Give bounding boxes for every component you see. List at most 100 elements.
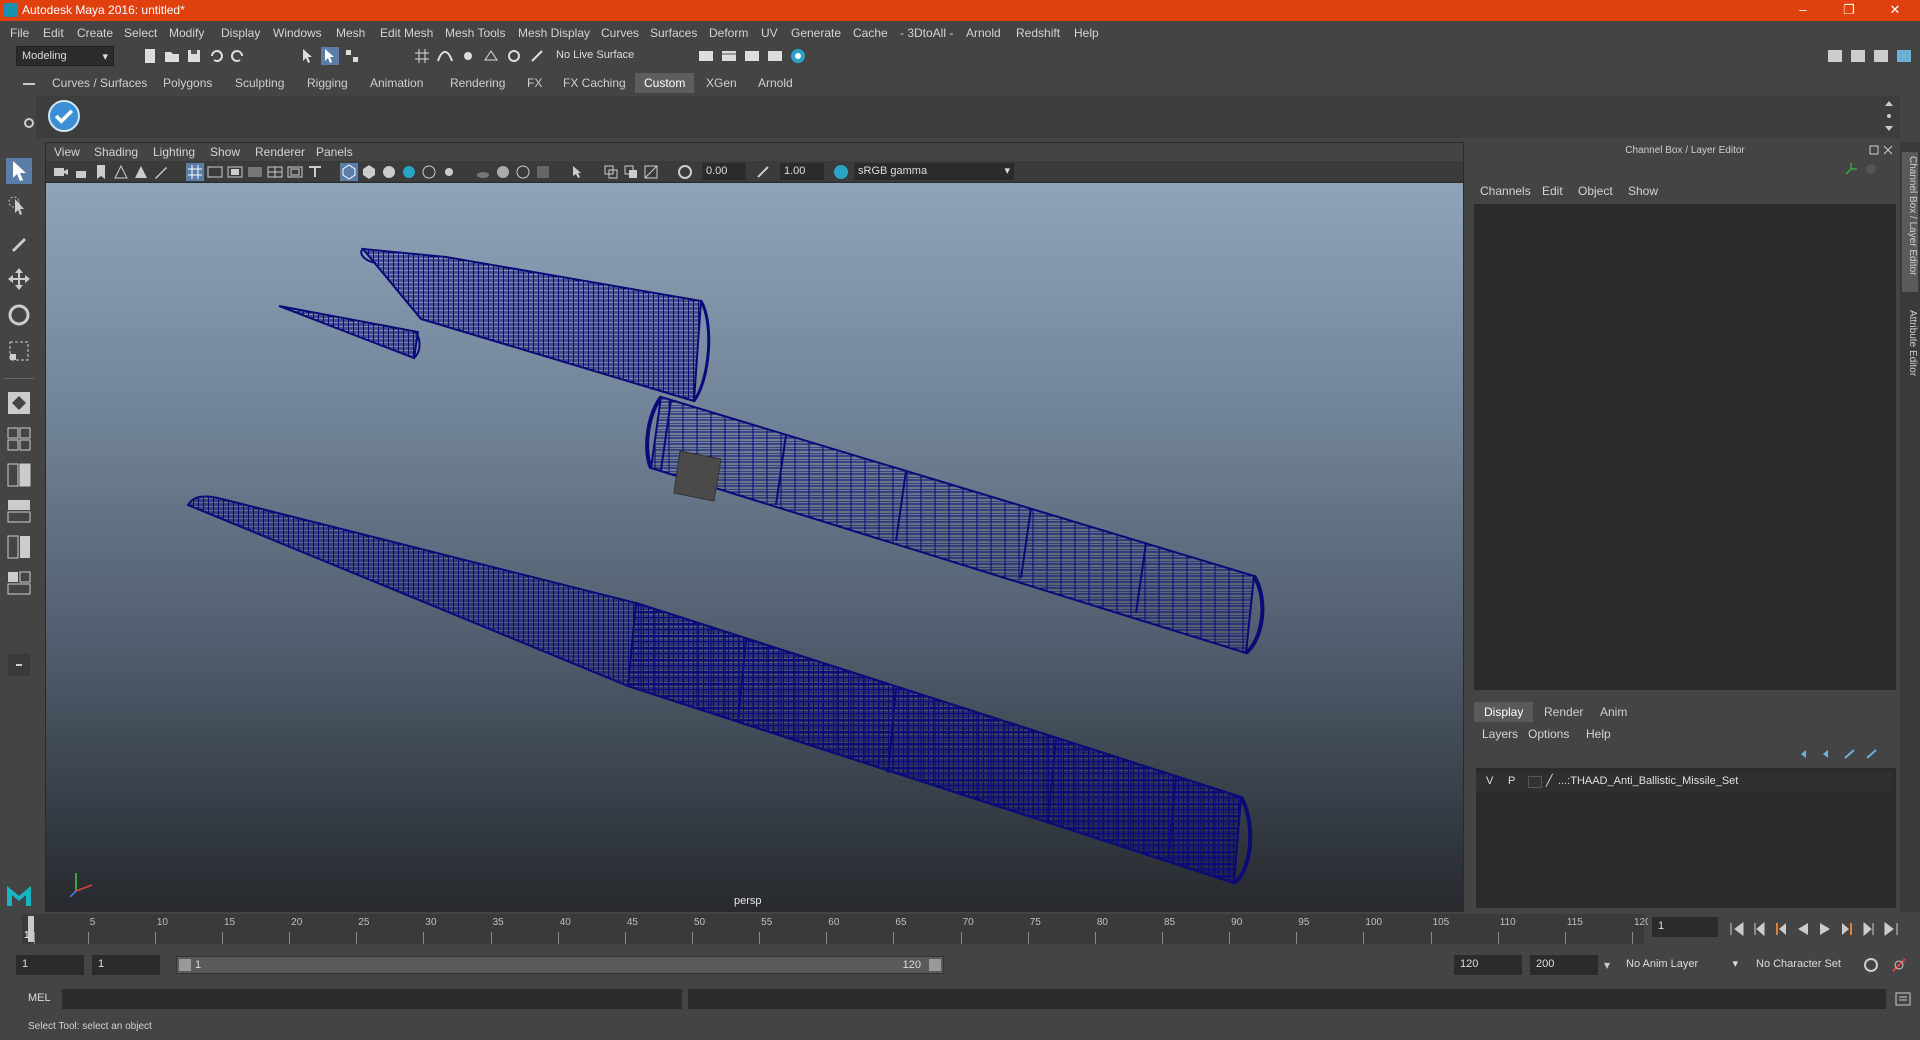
live-surface-field[interactable]: No Live Surface xyxy=(551,46,647,66)
script-editor-icon[interactable] xyxy=(1894,990,1912,1008)
safe-action-icon[interactable] xyxy=(286,163,304,181)
lock-camera-icon[interactable] xyxy=(72,163,90,181)
speed-icon[interactable] xyxy=(1864,162,1878,176)
channel-box-list[interactable] xyxy=(1474,204,1896,690)
render-frame-icon[interactable] xyxy=(720,47,738,65)
time-slider[interactable]: 1 5 10 15 20 25 30 35 40 45 50 55 60 65 70 75 80 85 90 95 1… xyxy=(22,914,1651,944)
exposure-icon[interactable] xyxy=(676,163,694,181)
viewport-menu-shading[interactable]: Shading xyxy=(94,145,138,159)
layer-tab-render[interactable]: Render xyxy=(1534,702,1593,722)
resolution-gate-icon[interactable] xyxy=(226,163,244,181)
move-tool-icon[interactable] xyxy=(6,266,32,292)
scale-tool-icon[interactable] xyxy=(6,338,32,364)
shelf-tab-polygons[interactable]: Polygons xyxy=(154,73,221,93)
shelf-tab-rigging[interactable]: Rigging xyxy=(298,73,357,93)
hypershade-layout-icon[interactable] xyxy=(6,570,32,596)
anti-aliasing-icon[interactable] xyxy=(534,163,552,181)
channel-menu-channels[interactable]: Channels xyxy=(1480,184,1531,198)
gate-mask-icon[interactable] xyxy=(246,163,264,181)
menu-mesh-display[interactable]: Mesh Display xyxy=(518,26,590,40)
current-frame-field[interactable]: 1 xyxy=(1652,917,1718,937)
menu-curves[interactable]: Curves xyxy=(601,26,639,40)
rotate-tool-icon[interactable] xyxy=(6,302,32,328)
step-forward-frame-icon[interactable] xyxy=(1838,920,1856,938)
side-tab-channel-box[interactable]: Channel Box / Layer Editor xyxy=(1902,152,1918,292)
menu-file[interactable]: File xyxy=(10,26,29,40)
menu-generate[interactable]: Generate xyxy=(791,26,841,40)
layer-tab-anim[interactable]: Anim xyxy=(1590,702,1637,722)
color-management-icon[interactable] xyxy=(832,163,850,181)
shelf-menu-icon[interactable] xyxy=(20,75,38,93)
render-view-icon[interactable] xyxy=(697,47,715,65)
menu-help[interactable]: Help xyxy=(1074,26,1099,40)
exposure-field[interactable]: 0.00 xyxy=(702,163,746,180)
bookmarks-icon[interactable] xyxy=(92,163,110,181)
viewport-scene[interactable]: persp xyxy=(46,183,1463,911)
viewport-menu-view[interactable]: View xyxy=(54,145,80,159)
wireframe-on-shaded-icon[interactable] xyxy=(400,163,418,181)
channel-menu-object[interactable]: Object xyxy=(1578,184,1613,198)
layer-row[interactable]: V P ╱ ...:THAAD_Anti_Ballistic_Missile_S… xyxy=(1476,772,1892,792)
safe-title-icon[interactable] xyxy=(306,163,324,181)
snap-view-plane-icon[interactable] xyxy=(482,47,500,65)
outliner-layout-icon[interactable] xyxy=(6,498,32,524)
character-set-dropdown[interactable]: No Character Set xyxy=(1750,955,1870,975)
range-slider[interactable]: 1 120 xyxy=(176,956,944,974)
menu-edit[interactable]: Edit xyxy=(43,26,64,40)
ipr-render-icon[interactable] xyxy=(743,47,761,65)
go-to-end-icon[interactable] xyxy=(1882,920,1900,938)
undo-icon[interactable] xyxy=(207,47,225,65)
shelf-tab-custom[interactable]: Custom xyxy=(635,73,695,93)
channel-menu-edit[interactable]: Edit xyxy=(1542,184,1563,198)
side-tab-attribute-editor[interactable]: Attribute Editor xyxy=(1902,310,1918,410)
animation-start-field[interactable]: 1 xyxy=(16,955,84,975)
shelf-tab-fx[interactable]: FX xyxy=(518,73,551,93)
layer-menu-layers[interactable]: Layers xyxy=(1482,727,1518,741)
gamma-icon[interactable] xyxy=(754,163,772,181)
snap-point-icon[interactable] xyxy=(459,47,477,65)
viewport-menu-panels[interactable]: Panels xyxy=(316,145,353,159)
two-pane-layout-icon[interactable] xyxy=(6,462,32,488)
shelf-tab-rendering[interactable]: Rendering xyxy=(441,73,514,93)
play-forward-icon[interactable] xyxy=(1816,920,1834,938)
maximize-button[interactable]: ❐ xyxy=(1826,0,1872,21)
single-perspective-layout-icon[interactable] xyxy=(6,390,32,416)
smooth-shade-icon[interactable] xyxy=(360,163,378,181)
attribute-editor-toggle-icon[interactable] xyxy=(1849,47,1867,65)
xray-icon[interactable] xyxy=(420,163,438,181)
graph-editor-layout-icon[interactable] xyxy=(6,534,32,560)
menu-deform[interactable]: Deform xyxy=(709,26,748,40)
new-layer-icon[interactable] xyxy=(1842,746,1858,762)
select-camera-icon[interactable] xyxy=(52,163,70,181)
layer-name[interactable]: ...:THAAD_Anti_Ballistic_Missile_Set xyxy=(1558,775,1738,787)
redo-icon[interactable] xyxy=(229,47,247,65)
step-forward-key-icon[interactable] xyxy=(1860,920,1878,938)
layer-playback-toggle[interactable]: P xyxy=(1508,775,1515,787)
motion-blur-icon[interactable] xyxy=(514,163,532,181)
range-start-handle[interactable] xyxy=(179,959,191,971)
open-scene-icon[interactable] xyxy=(163,47,181,65)
checkmark-shelf-button[interactable] xyxy=(48,100,80,132)
layer-menu-options[interactable]: Options xyxy=(1528,727,1569,741)
step-back-key-icon[interactable] xyxy=(1750,920,1768,938)
use-all-lights-icon[interactable] xyxy=(440,163,458,181)
viewport-menu-renderer[interactable]: Renderer xyxy=(255,145,305,159)
shelf-tab-xgen[interactable]: XGen xyxy=(697,73,746,93)
new-scene-icon[interactable] xyxy=(141,47,159,65)
move-layer-down-icon[interactable] xyxy=(1820,746,1836,762)
new-layer-selected-icon[interactable] xyxy=(1864,746,1880,762)
range-end-handle[interactable] xyxy=(929,959,941,971)
grease-pencil-icon[interactable] xyxy=(152,163,170,181)
mode-dropdown[interactable]: Modeling ▾ xyxy=(16,46,114,66)
go-to-start-icon[interactable] xyxy=(1728,920,1746,938)
playback-start-field[interactable]: 1 xyxy=(92,955,160,975)
viewport-menu-show[interactable]: Show xyxy=(210,145,240,159)
shelf-tab-arnold[interactable]: Arnold xyxy=(749,73,802,93)
select-object-icon[interactable] xyxy=(321,47,339,65)
lasso-tool-icon[interactable] xyxy=(6,194,32,220)
menu-create[interactable]: Create xyxy=(77,26,113,40)
minimize-button[interactable]: – xyxy=(1780,0,1826,21)
toolbox-more-icon[interactable] xyxy=(6,652,32,678)
menu-display[interactable]: Display xyxy=(221,26,260,40)
viewport-menu-lighting[interactable]: Lighting xyxy=(153,145,195,159)
